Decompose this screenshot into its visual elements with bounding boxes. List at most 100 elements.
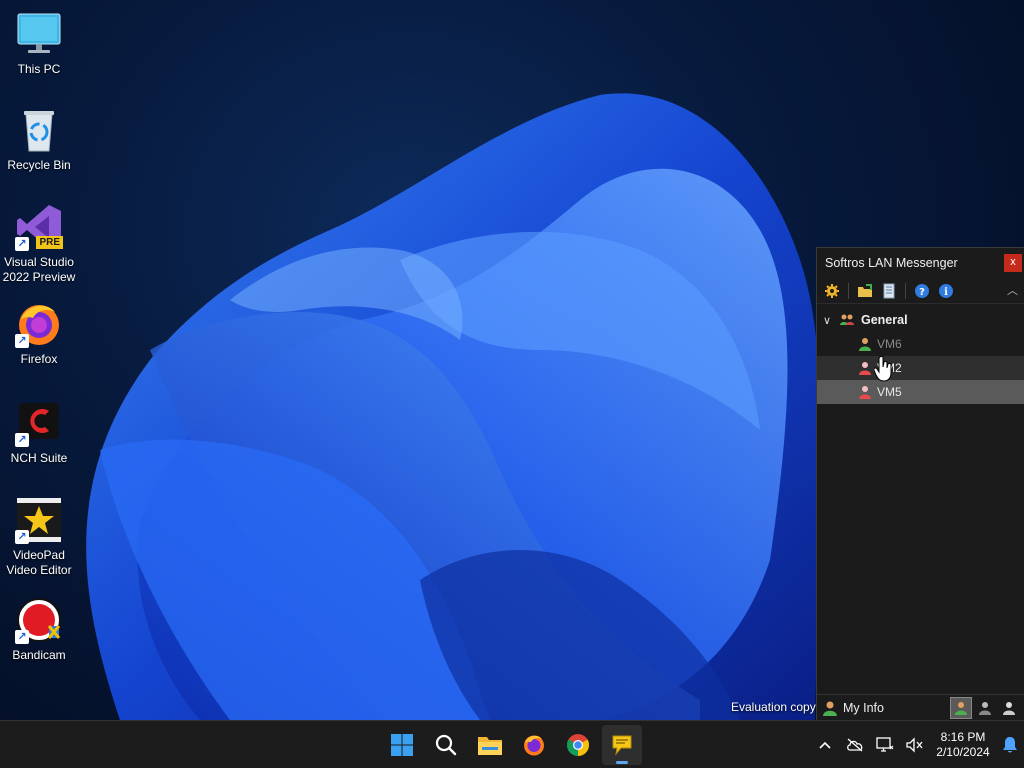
group-label: General — [861, 313, 908, 327]
desktop-icon-label: VideoPad Video Editor — [6, 548, 72, 577]
desktop-icon-label: NCH Suite — [10, 451, 68, 465]
help-icon: ? — [915, 283, 929, 298]
volume-muted-icon — [906, 737, 923, 753]
file-explorer-button[interactable] — [470, 725, 510, 765]
user-busy-icon — [859, 362, 871, 375]
shortcut-arrow-icon: ↗ — [15, 334, 29, 348]
network-icon — [876, 737, 894, 752]
message-log-icon — [883, 283, 895, 298]
start-button[interactable] — [382, 725, 422, 765]
contact-name: VM6 — [877, 337, 902, 351]
firefox-icon — [524, 735, 544, 756]
search-button[interactable] — [426, 725, 466, 765]
send-files-button[interactable] — [854, 280, 876, 302]
status-away-button[interactable] — [974, 697, 996, 719]
recycle-bin-icon — [15, 106, 63, 154]
shortcut-arrow-icon: ↗ — [15, 237, 29, 251]
nch-suite-icon: ↗ — [15, 399, 63, 447]
contact-name: VM5 — [877, 385, 902, 399]
status-offline-button[interactable] — [998, 697, 1020, 719]
group-users-icon — [840, 314, 854, 325]
user-online-icon — [859, 338, 871, 351]
clock-time: 8:16 PM — [940, 730, 986, 744]
help-button[interactable]: ? — [911, 280, 933, 302]
running-indicator — [616, 761, 628, 764]
desktop-icon-visual-studio[interactable]: PRE ↗ Visual Studio 2022 Preview — [2, 203, 76, 285]
desktop-icon-bandicam[interactable]: ↗ Bandicam — [2, 596, 76, 663]
shortcut-arrow-icon: ↗ — [15, 530, 29, 544]
desktop-icon-nch-suite[interactable]: ↗ NCH Suite — [2, 399, 76, 466]
softros-messenger-taskbar-button[interactable] — [602, 725, 642, 765]
chevron-up-icon — [819, 741, 831, 749]
preview-badge: PRE — [36, 236, 63, 249]
bell-icon — [1003, 737, 1017, 753]
chrome-icon — [567, 734, 589, 756]
evaluation-watermark: Evaluation copy — [731, 700, 816, 714]
desktop-icon-label: Bandicam — [12, 648, 66, 662]
notifications-button[interactable] — [996, 725, 1024, 765]
contact-vm2[interactable]: VM2 — [817, 356, 1024, 380]
firefox-taskbar-button[interactable] — [514, 725, 554, 765]
volume-button[interactable] — [900, 725, 930, 765]
desktop-icon-label: Visual Studio 2022 Preview — [2, 255, 76, 284]
contact-vm5[interactable]: VM5 — [817, 380, 1024, 404]
search-icon — [435, 734, 457, 756]
taskbar-apps — [382, 725, 642, 765]
desktop-icon-videopad[interactable]: ↗ VideoPad Video Editor — [2, 496, 76, 578]
desktop-icon-firefox[interactable]: ↗ Firefox — [2, 300, 76, 367]
status-away-icon — [979, 702, 991, 715]
settings-icon — [825, 283, 839, 298]
system-tray: 8:16 PM 2/10/2024 — [810, 721, 1024, 768]
messenger-window[interactable]: Softros LAN Messenger x ? i ︿ ∨ General … — [816, 247, 1024, 720]
send-files-icon — [858, 283, 872, 297]
message-log-button[interactable] — [878, 280, 900, 302]
info-icon: i — [939, 283, 953, 298]
toolbar-separator — [905, 282, 906, 299]
status-available-button[interactable] — [950, 697, 972, 719]
my-info-button[interactable]: My Info — [843, 701, 884, 715]
status-buttons — [950, 697, 1020, 719]
chrome-taskbar-button[interactable] — [558, 725, 598, 765]
desktop-icon-recycle-bin[interactable]: Recycle Bin — [2, 106, 76, 173]
bandicam-icon: ↗ — [15, 596, 63, 644]
firefox-icon: ↗ — [15, 300, 63, 348]
my-info-icon — [823, 701, 837, 716]
settings-button[interactable] — [821, 280, 843, 302]
desktop-icon-this-pc[interactable]: This PC — [2, 10, 76, 77]
show-hidden-icons-button[interactable] — [810, 725, 840, 765]
shortcut-arrow-icon: ↗ — [15, 433, 29, 447]
collapse-toolbar-icon[interactable]: ︿ — [1007, 282, 1018, 298]
videopad-icon: ↗ — [15, 496, 63, 544]
window-title: Softros LAN Messenger — [825, 256, 958, 270]
start-icon — [391, 734, 413, 756]
status-available-icon — [955, 702, 967, 715]
cloud-offline-icon — [847, 738, 863, 752]
toolbar-separator — [848, 282, 849, 299]
svg-text:?: ? — [919, 287, 925, 298]
user-busy-icon — [859, 386, 871, 399]
clock-date: 2/10/2024 — [936, 745, 990, 759]
chevron-down-icon[interactable]: ∨ — [823, 314, 833, 327]
network-button[interactable] — [870, 725, 900, 765]
close-button[interactable]: x — [1004, 254, 1022, 272]
messenger-toolbar: ? i ︿ — [817, 278, 1024, 304]
file-explorer-icon — [478, 737, 502, 755]
desktop-icon-label: Firefox — [20, 352, 58, 366]
contact-vm6[interactable]: VM6 — [817, 332, 1024, 356]
visual-studio-icon: PRE ↗ — [15, 203, 63, 251]
hand-cursor-icon — [874, 356, 892, 382]
messenger-titlebar[interactable]: Softros LAN Messenger x — [817, 248, 1024, 278]
messenger-bottombar: My Info — [817, 694, 1024, 720]
svg-text:i: i — [944, 287, 948, 298]
taskbar: 8:16 PM 2/10/2024 — [0, 720, 1024, 768]
group-general[interactable]: ∨ General — [817, 308, 1024, 332]
status-offline-icon — [1003, 702, 1015, 715]
monitor-icon — [15, 10, 63, 58]
desktop-icon-label: Recycle Bin — [7, 158, 71, 172]
info-button[interactable]: i — [935, 280, 957, 302]
desktop-icon-label: This PC — [17, 62, 61, 76]
onedrive-button[interactable] — [840, 725, 870, 765]
clock[interactable]: 8:16 PM 2/10/2024 — [930, 730, 996, 760]
softros-messenger-icon — [612, 735, 632, 756]
shortcut-arrow-icon: ↗ — [15, 630, 29, 644]
